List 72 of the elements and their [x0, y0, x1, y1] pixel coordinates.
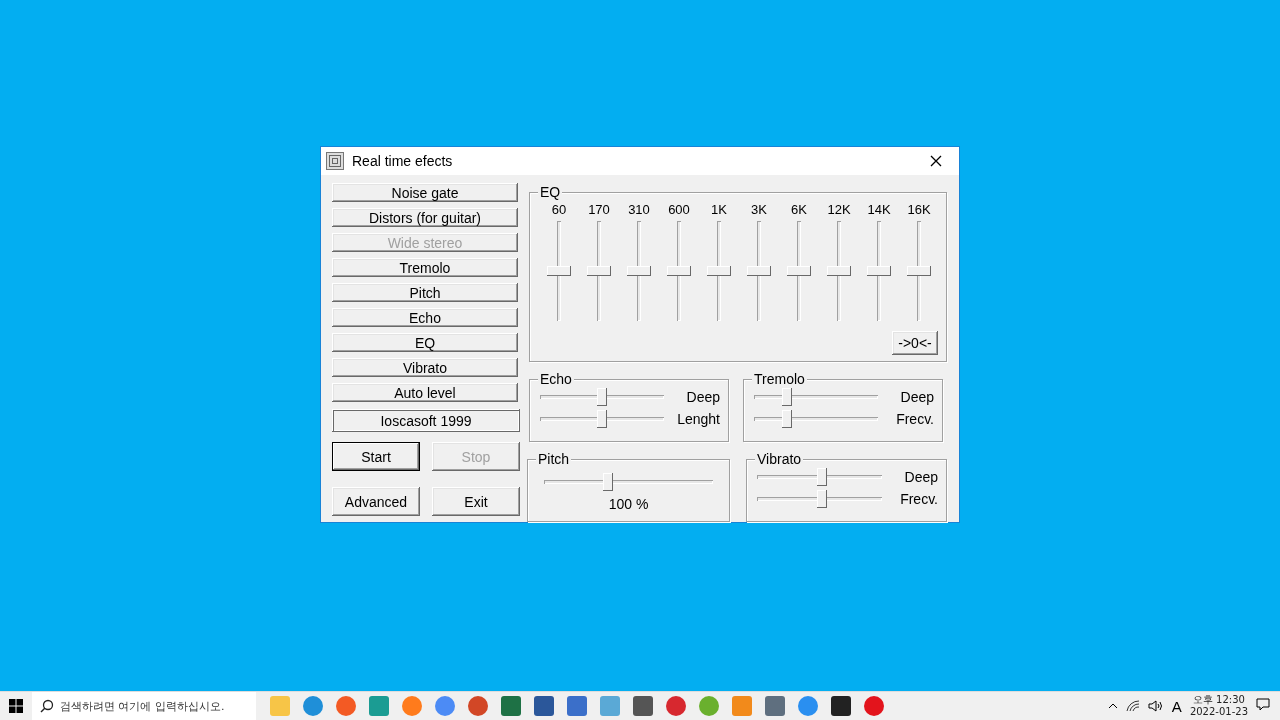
slider-thumb[interactable] [867, 266, 891, 276]
start-button[interactable] [9, 699, 23, 713]
effect-button[interactable]: Echo [332, 308, 518, 327]
effect-button[interactable]: Distors (for guitar) [332, 208, 518, 227]
app-icon[interactable] [798, 696, 818, 716]
slider-label: Lenght [676, 411, 720, 427]
effect-button[interactable]: Vibrato [332, 358, 518, 377]
slider-thumb[interactable] [782, 410, 793, 428]
slider-thumb[interactable] [907, 266, 931, 276]
search-icon [40, 699, 54, 713]
band-label: 1K [711, 202, 727, 217]
band-label: 12K [827, 202, 851, 217]
band-label: 600 [668, 202, 690, 217]
slider-thumb[interactable] [547, 266, 571, 276]
pitch-reading: 100 % [608, 496, 649, 512]
notification-icon[interactable] [1256, 698, 1270, 711]
app-icon[interactable] [336, 696, 356, 716]
app-icon[interactable] [303, 696, 323, 716]
effect-button[interactable]: EQ [332, 333, 518, 352]
band-label: 16K [907, 202, 931, 217]
chevron-up-icon[interactable] [1107, 702, 1118, 710]
close-icon [930, 155, 942, 167]
slider-thumb[interactable] [787, 266, 811, 276]
band-label: 60 [551, 202, 567, 217]
slider-label: Deep [899, 389, 934, 405]
app-icon [326, 152, 344, 170]
reset-button[interactable]: ->0<- [892, 331, 938, 355]
slider-label: Deep [903, 469, 938, 485]
slider-thumb[interactable] [782, 388, 793, 406]
app-icon[interactable] [468, 696, 488, 716]
window-title: Real time efects [352, 153, 454, 169]
effect-button[interactable]: Pitch [332, 283, 518, 302]
band-label: 170 [588, 202, 610, 217]
group-title: Pitch [536, 451, 572, 467]
control-button[interactable]: Exit [432, 487, 520, 516]
slider-thumb[interactable] [597, 410, 607, 428]
slider-thumb[interactable] [603, 473, 614, 491]
search-field[interactable]: 검색하려면 여기에 입력하십시오. [32, 692, 256, 720]
control-button[interactable]: Advanced [332, 487, 420, 516]
app-icon[interactable] [864, 696, 884, 716]
control-button[interactable]: Start [332, 442, 420, 471]
slider-label: Frecv. [895, 411, 934, 427]
slider-thumb[interactable] [817, 490, 827, 508]
slider-thumb[interactable] [597, 388, 607, 406]
clock[interactable]: 오후 12:30 2022-01-23 [1189, 694, 1248, 718]
band-label: 3K [751, 202, 767, 217]
slider-thumb[interactable] [627, 266, 651, 276]
group-title: Echo [538, 371, 574, 387]
app-icon[interactable] [666, 696, 686, 716]
slider-thumb[interactable] [667, 266, 691, 276]
slider-thumb[interactable] [817, 468, 827, 486]
credit-label: Ioscasoft 1999 [332, 409, 520, 432]
group-title: Tremolo [752, 371, 807, 387]
slider-label: Deep [685, 389, 720, 405]
slider-label: Frecv. [899, 491, 938, 507]
group-title: Vibrato [755, 451, 804, 467]
speaker-icon[interactable] [1147, 700, 1164, 712]
slider-thumb[interactable] [707, 266, 731, 276]
slider-thumb[interactable] [587, 266, 611, 276]
slider-thumb[interactable] [827, 266, 851, 276]
app-icon[interactable] [831, 696, 851, 716]
slider-thumb[interactable] [747, 266, 771, 276]
network-icon[interactable] [1125, 700, 1140, 712]
band-label: 6K [791, 202, 807, 217]
effect-button[interactable]: Auto level [332, 383, 518, 402]
app-icon[interactable] [435, 696, 455, 716]
effect-button[interactable]: Noise gate [332, 183, 518, 202]
band-label: 14K [867, 202, 891, 217]
input-method-indicator[interactable]: A [1171, 697, 1182, 715]
group-title: EQ [538, 184, 563, 200]
band-label: 310 [628, 202, 650, 217]
effect-button[interactable]: Tremolo [332, 258, 518, 277]
